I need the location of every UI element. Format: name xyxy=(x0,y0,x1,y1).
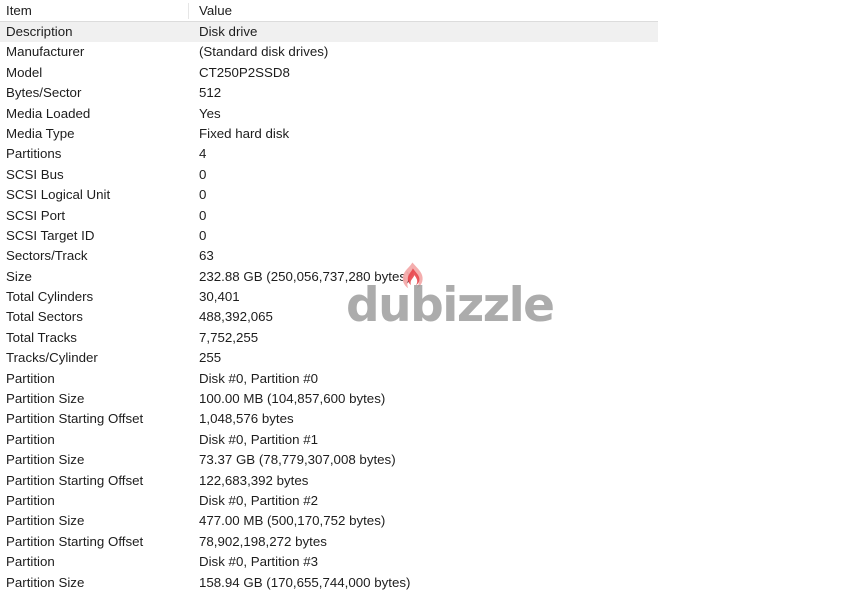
device-properties-listview[interactable]: Item Value Description Disk drive Manufact… xyxy=(0,0,658,599)
row-value-label: 488,392,065 xyxy=(199,309,273,325)
row-item-label: Model xyxy=(6,64,43,80)
row-value-label: Fixed hard disk xyxy=(199,125,290,141)
column-header-item[interactable]: Item xyxy=(6,2,32,19)
row-value-label: 100.00 MB (104,857,600 bytes) xyxy=(199,391,386,407)
screenshot-root: Item Value Description Disk drive Manufact… xyxy=(0,0,865,599)
row-value-label: 0 xyxy=(199,207,207,223)
table-row[interactable]: Size 232.88 GB (250,056,737,280 bytes) xyxy=(0,267,658,287)
table-row[interactable]: Partition Disk #0, Partition #2 xyxy=(0,491,658,511)
row-item-label: Total Tracks xyxy=(6,329,77,345)
row-value-label: CT250P2SSD8 xyxy=(199,64,290,80)
row-item-label: Total Cylinders xyxy=(6,289,94,305)
table-row[interactable]: Bytes/Sector 512 xyxy=(0,83,658,103)
column-header-value[interactable]: Value xyxy=(199,2,232,19)
row-item-label: Partition xyxy=(6,431,55,447)
table-row[interactable]: Media Loaded Yes xyxy=(0,104,658,124)
row-item-label: SCSI Port xyxy=(6,207,66,223)
column-divider[interactable] xyxy=(188,3,189,19)
table-row[interactable]: Media Type Fixed hard disk xyxy=(0,124,658,144)
row-value-label: Disk #0, Partition #2 xyxy=(199,492,318,508)
table-row[interactable]: Partition Disk #0, Partition #0 xyxy=(0,369,658,389)
row-item-label: Media Loaded xyxy=(6,105,91,121)
row-item-label: Partition xyxy=(6,492,55,508)
table-row[interactable]: Total Cylinders 30,401 xyxy=(0,287,658,307)
row-value-label: 7,752,255 xyxy=(199,329,259,345)
row-item-label: Bytes/Sector xyxy=(6,85,82,101)
table-row[interactable]: Partitions 4 xyxy=(0,144,658,164)
row-value-label: 73.37 GB (78,779,307,008 bytes) xyxy=(199,452,396,468)
row-item-label: SCSI Target ID xyxy=(6,227,95,243)
row-value-label: 0 xyxy=(199,187,207,203)
row-item-label: Partition xyxy=(6,554,55,570)
row-value-label: 477.00 MB (500,170,752 bytes) xyxy=(199,513,386,529)
row-item-label: Sectors/Track xyxy=(6,248,88,264)
row-item-label: Partition Starting Offset xyxy=(6,533,144,549)
table-row[interactable]: SCSI Target ID 0 xyxy=(0,226,658,246)
row-item-label: SCSI Logical Unit xyxy=(6,187,111,203)
row-item-label: Manufacturer xyxy=(6,44,85,60)
table-row[interactable]: Model CT250P2SSD8 xyxy=(0,63,658,83)
row-value-label: 0 xyxy=(199,227,207,243)
row-value-label: 63 xyxy=(199,248,214,264)
table-row[interactable]: Partition Disk #0, Partition #3 xyxy=(0,552,658,572)
row-item-label: Partition Starting Offset xyxy=(6,472,144,488)
table-row[interactable]: SCSI Port 0 xyxy=(0,206,658,226)
table-row[interactable]: Partition Disk #0, Partition #1 xyxy=(0,430,658,450)
row-item-label: Partition Starting Offset xyxy=(6,411,144,427)
row-value-label: 0 xyxy=(199,166,207,182)
row-value-label: Disk #0, Partition #1 xyxy=(199,431,318,447)
row-value-label: 78,902,198,272 bytes xyxy=(199,533,327,549)
row-item-label: Partition Size xyxy=(6,391,85,407)
table-row[interactable]: Partition Size 477.00 MB (500,170,752 byt… xyxy=(0,511,658,531)
table-row[interactable]: Manufacturer (Standard disk drives) xyxy=(0,42,658,62)
row-value-label: 232.88 GB (250,056,737,280 bytes) xyxy=(199,268,411,284)
row-item-label: Partition Size xyxy=(6,513,85,529)
row-value-label: 122,683,392 bytes xyxy=(199,472,309,488)
table-row[interactable]: Partition Starting Offset 1,048,576 bytes xyxy=(0,409,658,429)
table-row[interactable]: SCSI Bus 0 xyxy=(0,165,658,185)
table-row[interactable]: Partition Size 73.37 GB (78,779,307,008 b… xyxy=(0,450,658,470)
row-value-label: (Standard disk drives) xyxy=(199,44,329,60)
row-item-label: Partition Size xyxy=(6,574,85,590)
row-value-label: 30,401 xyxy=(199,289,240,305)
table-row[interactable]: Total Sectors 488,392,065 xyxy=(0,307,658,327)
row-item-label: Partition Size xyxy=(6,452,85,468)
row-value-label: 255 xyxy=(199,350,222,366)
table-row[interactable]: Tracks/Cylinder 255 xyxy=(0,348,658,368)
table-row[interactable]: Partition Size 158.94 GB (170,655,744,000… xyxy=(0,573,658,593)
row-item-label: SCSI Bus xyxy=(6,166,64,182)
row-value-label: Yes xyxy=(199,105,221,121)
row-item-label: Description xyxy=(6,24,73,39)
listview-body: Description Disk drive Manufacturer (Standa… xyxy=(0,22,658,593)
row-item-label: Total Sectors xyxy=(6,309,83,325)
row-value-label: Disk drive xyxy=(199,24,258,39)
row-value-label: 512 xyxy=(199,85,222,101)
table-row[interactable]: Description Disk drive xyxy=(0,22,658,43)
table-row[interactable]: Partition Size 100.00 MB (104,857,600 byt… xyxy=(0,389,658,409)
table-row[interactable]: Partition Starting Offset 122,683,392 byt… xyxy=(0,471,658,491)
row-item-label: Size xyxy=(6,268,32,284)
row-value-label: Disk #0, Partition #0 xyxy=(199,370,318,386)
row-value-label: 158.94 GB (170,655,744,000 bytes) xyxy=(199,574,411,590)
listview-header: Item Value xyxy=(0,0,658,22)
row-item-label: Tracks/Cylinder xyxy=(6,350,98,366)
table-row[interactable]: Sectors/Track 63 xyxy=(0,246,658,266)
row-value-label: 1,048,576 bytes xyxy=(199,411,294,427)
table-row[interactable]: Partition Starting Offset 78,902,198,272 … xyxy=(0,532,658,552)
table-row[interactable]: Total Tracks 7,752,255 xyxy=(0,328,658,348)
row-item-label: Media Type xyxy=(6,125,75,141)
row-item-label: Partitions xyxy=(6,146,62,162)
row-value-label: Disk #0, Partition #3 xyxy=(199,554,318,570)
row-item-label: Partition xyxy=(6,370,55,386)
table-row[interactable]: SCSI Logical Unit 0 xyxy=(0,185,658,205)
row-value-label: 4 xyxy=(199,146,207,162)
